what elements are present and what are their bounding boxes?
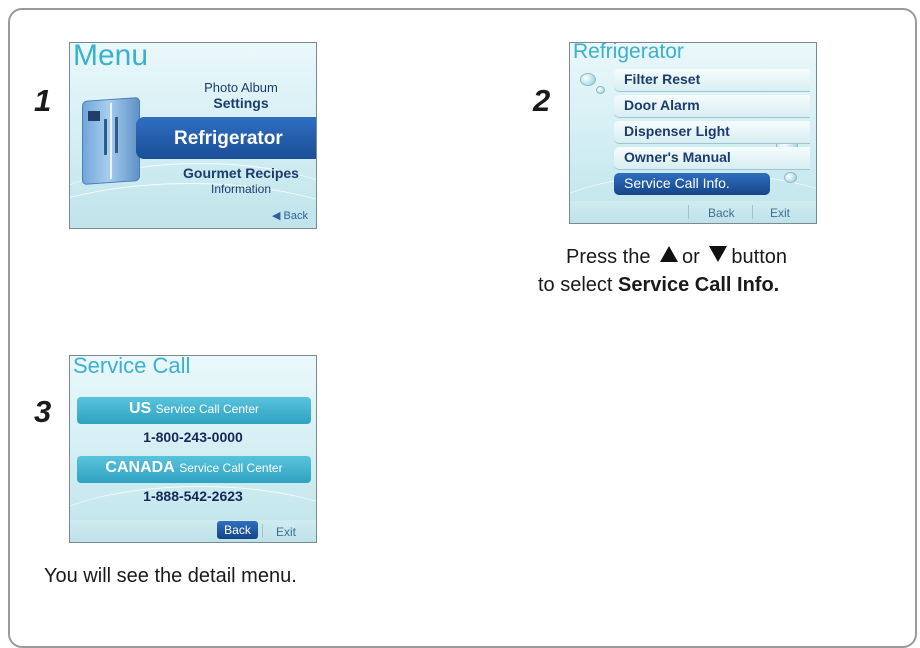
step2-caption-line1: Press the or button <box>566 246 788 268</box>
menu-item-filter-reset[interactable]: Filter Reset <box>614 69 810 91</box>
canada-phone-number: 1-888-542-2623 <box>143 488 243 504</box>
softkey-bar: Back Exit <box>570 201 816 223</box>
bubble-icon <box>580 73 596 86</box>
back-softkey[interactable]: Back <box>708 206 735 220</box>
menu-item-refrigerator[interactable]: Refrigerator <box>136 117 316 159</box>
refrigerator-icon <box>82 93 144 186</box>
bubble-icon <box>596 86 605 94</box>
service-call-screen: Service Call US Service Call Center 1-80… <box>69 355 317 543</box>
menu-screen: Menu Photo Album Settings Refrigerator G… <box>69 42 317 229</box>
step3-caption: You will see the detail menu. <box>44 565 297 587</box>
menu-item-door-alarm[interactable]: Door Alarm <box>614 95 810 117</box>
menu-item-gourmet-recipes[interactable]: Gourmet Recipes <box>172 165 310 181</box>
us-phone-number: 1-800-243-0000 <box>143 429 243 445</box>
down-triangle-icon <box>709 246 728 262</box>
up-triangle-icon <box>660 246 679 262</box>
step-number-2: 2 <box>533 83 551 118</box>
menu-item-dispenser-light[interactable]: Dispenser Light <box>614 121 810 143</box>
back-button[interactable]: Back <box>217 521 258 539</box>
screen-title-refrigerator: Refrigerator <box>573 42 684 63</box>
menu-item-information[interactable]: Information <box>172 182 310 196</box>
exit-softkey[interactable]: Exit <box>770 206 790 220</box>
screen-title-service-call: Service Call <box>73 355 191 378</box>
screen-title-menu: Menu <box>73 42 149 72</box>
step-number-1: 1 <box>34 83 52 118</box>
menu-item-photo-album[interactable]: Photo Album <box>172 80 310 95</box>
us-service-center-bar: US Service Call Center <box>77 397 311 424</box>
exit-softkey[interactable]: Exit <box>276 525 296 539</box>
softkey-bar: Back Exit <box>70 520 316 542</box>
menu-item-owners-manual[interactable]: Owner's Manual <box>614 147 810 169</box>
step2-caption-line2: to select Service Call Info. <box>538 274 780 296</box>
back-softkey[interactable]: ◀ Back <box>272 209 308 222</box>
bubble-icon <box>784 172 797 183</box>
step-number-3: 3 <box>34 394 52 429</box>
service-call-info-label: Service Call Info. <box>618 274 780 296</box>
canada-service-center-bar: CANADA Service Call Center <box>77 456 311 483</box>
refrigerator-screen: Refrigerator Filter Reset Door Alarm Dis… <box>569 42 817 224</box>
menu-item-settings[interactable]: Settings <box>172 95 310 111</box>
menu-item-service-call-info[interactable]: Service Call Info. <box>614 173 770 195</box>
